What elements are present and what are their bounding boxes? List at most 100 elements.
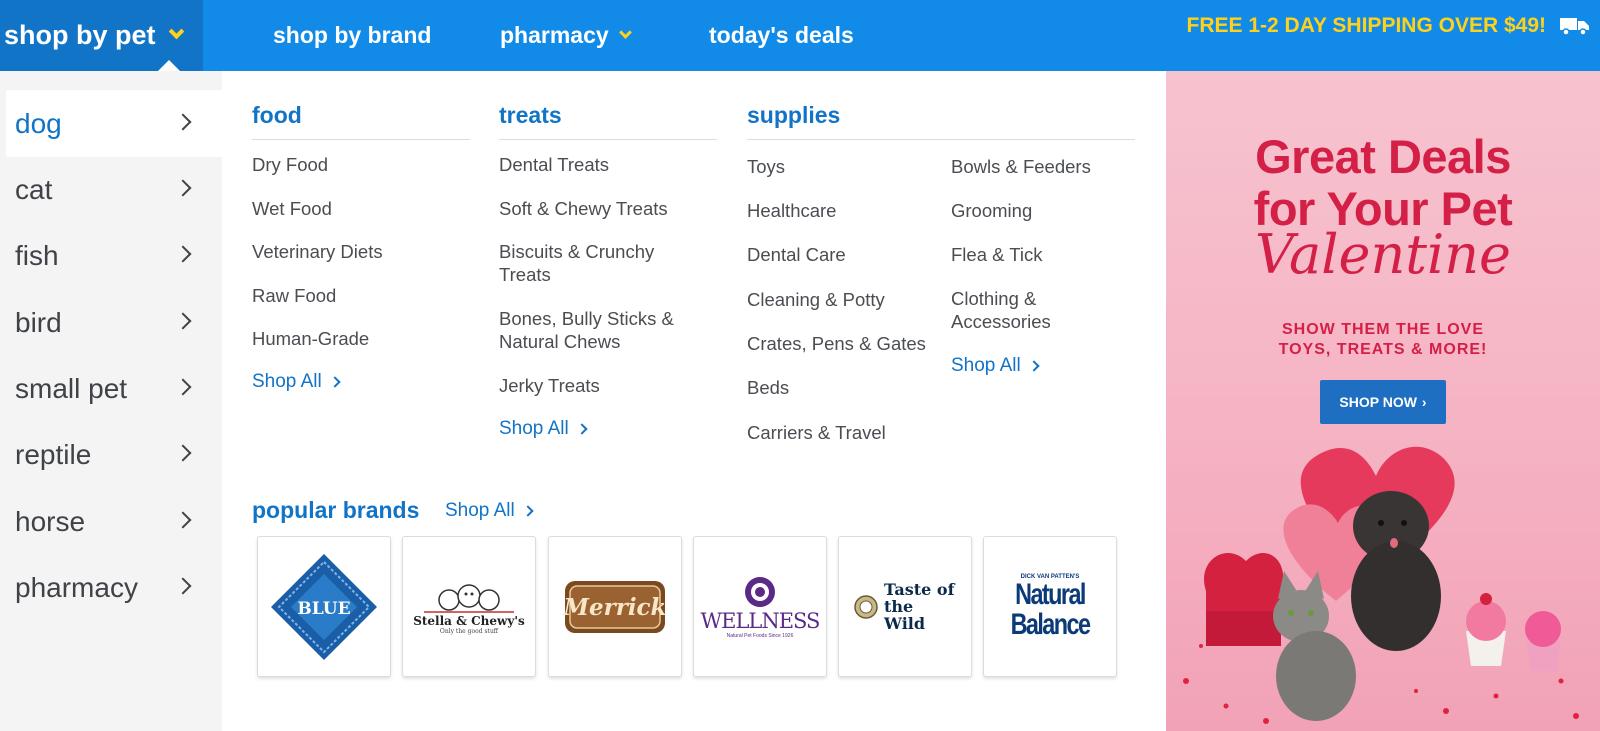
treats-link-soft-chewy[interactable]: Soft & Chewy Treats xyxy=(499,197,668,220)
supplies-link-carriers[interactable]: Carriers & Travel xyxy=(747,421,886,444)
free-shipping-text: FREE 1-2 DAY SHIPPING OVER $49! xyxy=(1186,14,1546,37)
brands-shop-all-link[interactable]: Shop All xyxy=(445,500,534,522)
brand-tile-merrick[interactable]: Merrick xyxy=(548,536,682,677)
brand-tile-natural-balance[interactable]: DICK VAN PATTEN'S Natural Balance xyxy=(983,536,1117,677)
food-shop-all-link[interactable]: Shop All xyxy=(252,371,341,393)
food-link-wet-food[interactable]: Wet Food xyxy=(252,197,332,220)
sidebar-item-reptile[interactable]: reptile xyxy=(6,421,222,488)
sidebar-item-cat[interactable]: cat xyxy=(6,156,222,223)
nav-pharmacy[interactable]: pharmacy xyxy=(500,0,632,71)
food-link-raw-food[interactable]: Raw Food xyxy=(252,284,336,307)
brand-name: Stella & Chewy's xyxy=(413,614,525,628)
supplies-link-dental-care[interactable]: Dental Care xyxy=(747,243,846,266)
supplies-shop-all-link[interactable]: Shop All xyxy=(951,355,1040,377)
brand-name: Natural Balance xyxy=(1010,577,1091,641)
ad-subheadline-1: SHOW THEM THE LOVE xyxy=(1282,321,1484,338)
treats-link-bones[interactable]: Bones, Bully Sticks & Natural Chews xyxy=(499,307,699,353)
chevron-right-icon: › xyxy=(1421,394,1427,410)
nav-shop-by-brand[interactable]: shop by brand xyxy=(273,0,431,71)
sidebar-item-dog[interactable]: dog xyxy=(6,90,222,157)
nav-shop-by-brand-label: shop by brand xyxy=(273,22,432,48)
brand-name: Taste of the Wild xyxy=(884,580,955,633)
supplies-link-crates[interactable]: Crates, Pens & Gates xyxy=(747,332,926,355)
stella-chewys-dogs-icon xyxy=(424,584,514,613)
food-link-human-grade[interactable]: Human-Grade xyxy=(252,327,369,350)
supplies-link-toys[interactable]: Toys xyxy=(747,155,785,178)
sidebar-item-label: bird xyxy=(15,306,62,338)
chevron-right-icon xyxy=(174,378,192,396)
chevron-down-icon xyxy=(618,26,632,39)
chevron-right-icon xyxy=(174,179,192,197)
brand-tile-blue[interactable]: BLUE xyxy=(257,536,391,677)
sidebar-item-horse[interactable]: horse xyxy=(6,488,222,555)
treats-shop-all-link[interactable]: Shop All xyxy=(499,418,588,440)
shop-all-label: Shop All xyxy=(951,355,1021,376)
shop-now-button[interactable]: SHOP NOW › xyxy=(1320,380,1446,424)
shop-now-label: SHOP NOW xyxy=(1339,394,1417,410)
food-link-veterinary-diets[interactable]: Veterinary Diets xyxy=(252,240,383,263)
top-navigation: shop by pet shop by brand pharmacy today… xyxy=(0,0,1600,71)
free-shipping-promo[interactable]: FREE 1-2 DAY SHIPPING OVER $49! xyxy=(1187,0,1590,52)
pets-with-hearts-illustration xyxy=(1183,446,1579,724)
supplies-link-healthcare[interactable]: Healthcare xyxy=(747,199,836,222)
sidebar-item-label: cat xyxy=(15,173,53,205)
sidebar-item-label: reptile xyxy=(15,438,92,470)
blue-buffalo-logo: BLUE xyxy=(271,553,377,660)
sidebar-item-label: horse xyxy=(15,505,86,537)
chevron-right-icon xyxy=(329,376,341,388)
treats-link-dental[interactable]: Dental Treats xyxy=(499,153,609,176)
sidebar-item-label: fish xyxy=(15,239,59,271)
brand-name: WELLNESS xyxy=(700,608,821,633)
chevron-right-icon xyxy=(174,113,192,131)
supplies-link-beds[interactable]: Beds xyxy=(747,376,789,399)
brand-name: Merrick xyxy=(563,594,667,621)
shop-all-label: Shop All xyxy=(445,500,515,521)
chevron-right-icon xyxy=(174,312,192,330)
treats-heading[interactable]: treats xyxy=(499,102,717,140)
shop-all-label: Shop All xyxy=(252,371,322,392)
supplies-link-flea-tick[interactable]: Flea & Tick xyxy=(951,243,1043,266)
nav-shop-by-pet[interactable]: shop by pet xyxy=(0,0,203,71)
sidebar-item-label: dog xyxy=(15,107,62,139)
chevron-right-icon xyxy=(174,577,192,595)
supplies-link-grooming[interactable]: Grooming xyxy=(951,199,1032,222)
chevron-right-icon xyxy=(174,511,192,529)
sidebar-item-label: pharmacy xyxy=(15,571,138,603)
supplies-link-bowls[interactable]: Bowls & Feeders xyxy=(951,155,1091,178)
popular-brands-heading: popular brands xyxy=(252,497,420,523)
sidebar-item-bird[interactable]: bird xyxy=(6,289,222,356)
brand-tagline: Natural Pet Foods Since 1926 xyxy=(726,632,794,639)
merrick-logo: Merrick xyxy=(563,580,667,633)
nav-todays-deals-label: today's deals xyxy=(709,22,854,48)
shop-all-label: Shop All xyxy=(499,418,569,439)
brand-tile-wellness[interactable]: WELLNESS Natural Pet Foods Since 1926 xyxy=(693,536,827,677)
chevron-right-icon xyxy=(174,245,192,263)
sidebar-item-fish[interactable]: fish xyxy=(6,222,222,289)
treats-link-biscuits[interactable]: Biscuits & Crunchy Treats xyxy=(499,240,699,286)
food-heading[interactable]: food xyxy=(252,102,470,140)
brand-name: BLUE xyxy=(297,599,350,619)
supplies-heading[interactable]: supplies xyxy=(747,102,1135,140)
ad-script-valentine: Valentine xyxy=(1255,223,1511,286)
brand-tile-stella-chewys[interactable]: Stella & Chewy's Only the good stuff xyxy=(402,536,536,677)
nav-shop-by-pet-label: shop by pet xyxy=(4,20,156,50)
ad-headline-line-1: Great Deals xyxy=(1255,130,1511,183)
wellness-logo-icon xyxy=(745,576,775,607)
food-link-dry-food[interactable]: Dry Food xyxy=(252,153,328,176)
ad-subheadline-2: TOYS, TREATS & MORE! xyxy=(1278,341,1488,358)
nav-pharmacy-label: pharmacy xyxy=(500,22,609,48)
truck-icon xyxy=(1560,18,1589,36)
chevron-right-icon xyxy=(1028,360,1040,372)
nav-todays-deals[interactable]: today's deals xyxy=(709,0,854,71)
sidebar-item-label: small pet xyxy=(15,372,128,404)
treats-link-jerky[interactable]: Jerky Treats xyxy=(499,374,600,397)
pet-category-sidebar: dog cat fish bird small pet reptile hors… xyxy=(0,71,222,731)
chevron-right-icon xyxy=(174,444,192,462)
sidebar-item-small-pet[interactable]: small pet xyxy=(6,355,222,422)
taste-of-the-wild-emblem-icon xyxy=(854,594,878,619)
sidebar-item-pharmacy[interactable]: pharmacy xyxy=(6,554,222,621)
valentine-promo-banner[interactable]: Great Deals for Your Pet Valentine SHOW … xyxy=(1166,71,1600,731)
supplies-link-cleaning-potty[interactable]: Cleaning & Potty xyxy=(747,288,885,311)
brand-tile-taste-of-the-wild[interactable]: Taste of the Wild xyxy=(838,536,972,677)
supplies-link-clothing[interactable]: Clothing & Accessories xyxy=(951,287,1081,333)
